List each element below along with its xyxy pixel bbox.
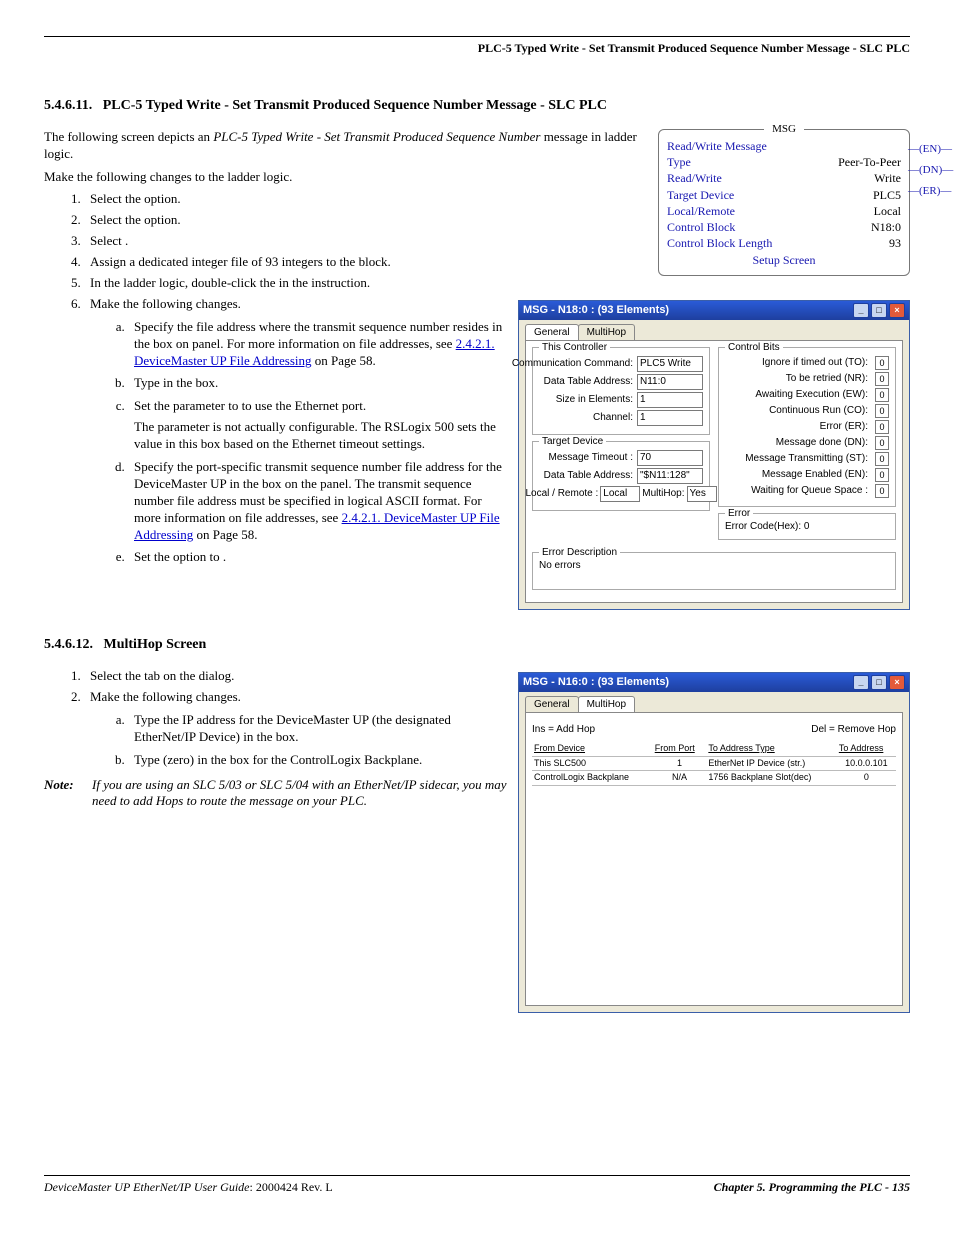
- ladder-lr-label: Local/Remote: [667, 203, 735, 219]
- ladder-cb-value: N18:0: [871, 219, 901, 235]
- running-header: PLC-5 Typed Write - Set Transmit Produce…: [44, 41, 910, 57]
- ladder-type-value: Peer-To-Peer: [838, 154, 901, 170]
- ladder-cbl-value: 93: [889, 235, 901, 251]
- section-2-text: MultiHop Screen: [104, 637, 207, 652]
- note-block: Note: If you are using an SLC 5/03 or SL…: [44, 777, 508, 811]
- step-6: Make the following changes. MSG - N18:0 …: [84, 296, 910, 566]
- bit-to[interactable]: 0: [875, 356, 889, 370]
- group-this-controller: This Controller Communication Command: D…: [532, 347, 710, 435]
- coil-er: —(ER)—: [908, 184, 953, 198]
- bit-dn[interactable]: 0: [875, 436, 889, 450]
- note-label: Note:: [44, 777, 84, 811]
- bit-nr[interactable]: 0: [875, 372, 889, 386]
- mh-col-from-port: From Port: [653, 742, 707, 756]
- size-elements-input[interactable]: [637, 392, 703, 408]
- coil-dn: —(DN)—: [908, 163, 953, 177]
- multihop-input[interactable]: [687, 486, 717, 502]
- mh-col-to-addr: To Address: [837, 742, 896, 756]
- ladder-row1-label: Read/Write Message: [667, 138, 767, 154]
- bit-queue[interactable]: 0: [875, 484, 889, 498]
- footer-left: DeviceMaster UP EtherNet/IP User Guide: …: [44, 1180, 333, 1196]
- group-control-bits: Control Bits Ignore if timed out (TO):0 …: [718, 347, 896, 507]
- ladder-target-value: PLC5: [873, 187, 901, 203]
- ladder-figure: MSG Read/Write Message TypePeer-To-Peer …: [658, 129, 910, 276]
- ladder-cbl-label: Control Block Length: [667, 235, 772, 251]
- error-code-text: Error Code(Hex): 0: [725, 520, 889, 533]
- close-icon[interactable]: ×: [889, 303, 905, 318]
- table-row[interactable]: This SLC500 1 EtherNet IP Device (str.) …: [532, 756, 896, 771]
- tab-general-2[interactable]: General: [525, 696, 579, 712]
- header-rule: [44, 36, 910, 37]
- mh-col-to-type: To Address Type: [706, 742, 836, 756]
- tab-general[interactable]: General: [525, 324, 579, 340]
- multihop-table[interactable]: From Device From Port To Address Type To…: [532, 742, 896, 786]
- msg-window-multihop: MSG - N16:0 : (93 Elements) _□× GeneralM…: [518, 672, 910, 1013]
- comm-command-input[interactable]: [637, 356, 703, 372]
- msg-timeout-input[interactable]: [637, 450, 703, 466]
- window2-controls: _□×: [851, 675, 905, 690]
- ladder-box: MSG Read/Write Message TypePeer-To-Peer …: [658, 129, 910, 276]
- ladder-caption: MSG: [764, 122, 804, 136]
- ladder-setup-link: Setup Screen: [667, 253, 901, 269]
- error-desc-text: No errors: [539, 559, 889, 583]
- maximize-icon[interactable]: □: [871, 675, 887, 690]
- section-1-text: PLC-5 Typed Write - Set Transmit Produce…: [103, 98, 607, 113]
- ladder-rw-value: Write: [874, 170, 901, 186]
- group-error: Error Error Code(Hex): 0: [718, 513, 896, 540]
- window2-title: MSG - N16:0 : (93 Elements): [523, 675, 669, 689]
- bit-co[interactable]: 0: [875, 404, 889, 418]
- section-1-number: 5.4.6.11.: [44, 98, 92, 113]
- window2-titlebar[interactable]: MSG - N16:0 : (93 Elements) _□×: [519, 673, 909, 692]
- bit-ew[interactable]: 0: [875, 388, 889, 402]
- bit-en[interactable]: 0: [875, 468, 889, 482]
- window1-controls: _□×: [851, 303, 905, 318]
- ladder-lr-value: Local: [874, 203, 901, 219]
- note-body: If you are using an SLC 5/03 or SLC 5/04…: [92, 777, 508, 811]
- target-dta-input[interactable]: [637, 468, 703, 484]
- add-hop-label: Ins = Add Hop: [532, 723, 595, 736]
- bit-er[interactable]: 0: [875, 420, 889, 434]
- window1-title: MSG - N18:0 : (93 Elements): [523, 303, 669, 317]
- mh-col-from-device: From Device: [532, 742, 653, 756]
- msg-window-general: MSG - N18:0 : (93 Elements) _□× GeneralM…: [518, 300, 910, 610]
- data-table-addr-input[interactable]: [637, 374, 703, 390]
- ladder-coils: —(EN)— —(DN)— —(ER)—: [908, 135, 953, 206]
- group-error-description: Error Description No errors: [532, 552, 896, 590]
- bit-st[interactable]: 0: [875, 452, 889, 466]
- ladder-type-label: Type: [667, 154, 691, 170]
- footer-right: Chapter 5. Programming the PLC - 135: [714, 1180, 910, 1196]
- remove-hop-label: Del = Remove Hop: [811, 723, 896, 736]
- window1-titlebar[interactable]: MSG - N18:0 : (93 Elements) _□×: [519, 301, 909, 320]
- step-5: In the ladder logic, double-click the in…: [84, 275, 910, 292]
- tab-multihop[interactable]: MultiHop: [578, 324, 635, 340]
- local-remote-input[interactable]: [600, 486, 640, 502]
- section-1-title: 5.4.6.11. PLC-5 Typed Write - Set Transm…: [44, 97, 910, 115]
- table-row[interactable]: ControlLogix Backplane N/A 1756 Backplan…: [532, 771, 896, 786]
- channel-input[interactable]: [637, 410, 703, 426]
- group-target-device: Target Device Message Timeout : Data Tab…: [532, 441, 710, 511]
- section-2-number: 5.4.6.12.: [44, 637, 93, 652]
- close-icon[interactable]: ×: [889, 675, 905, 690]
- ladder-cb-label: Control Block: [667, 219, 735, 235]
- ladder-target-label: Target Device: [667, 187, 734, 203]
- ladder-rw-label: Read/Write: [667, 170, 722, 186]
- page-footer: DeviceMaster UP EtherNet/IP User Guide: …: [44, 1175, 910, 1196]
- section-2-title: 5.4.6.12. MultiHop Screen: [44, 636, 910, 654]
- tab-multihop-2[interactable]: MultiHop: [578, 696, 635, 712]
- maximize-icon[interactable]: □: [871, 303, 887, 318]
- minimize-icon[interactable]: _: [853, 675, 869, 690]
- minimize-icon[interactable]: _: [853, 303, 869, 318]
- coil-en: —(EN)—: [908, 142, 953, 156]
